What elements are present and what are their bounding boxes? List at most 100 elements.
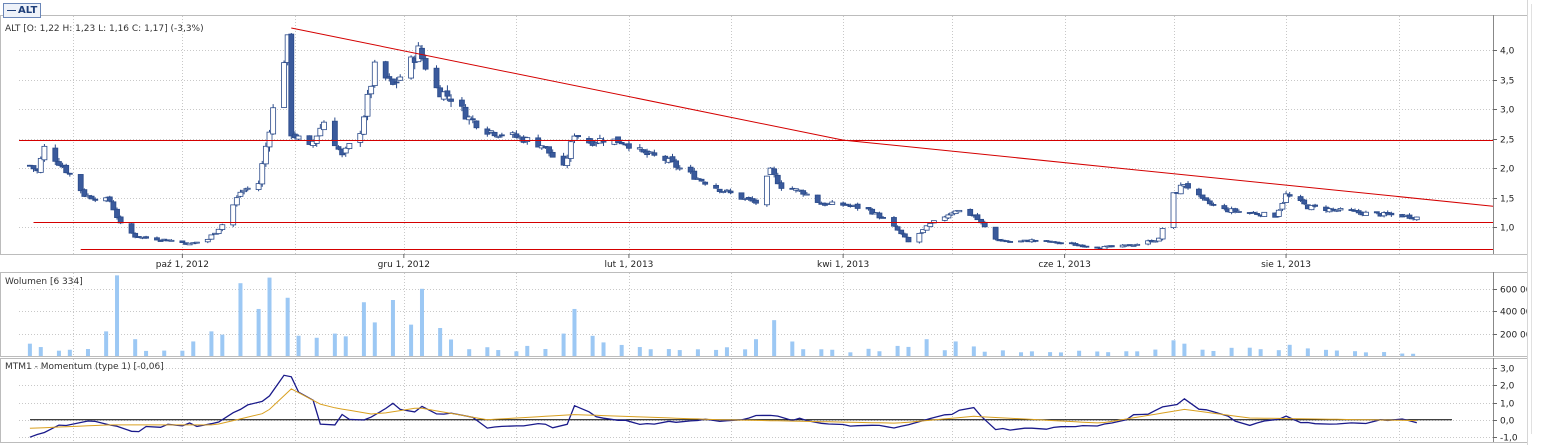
volume-bar xyxy=(332,333,337,356)
volume-bar xyxy=(449,339,454,356)
momentum-y-tick-label: -1,0 xyxy=(1500,434,1518,444)
candle-body xyxy=(208,234,215,240)
volume-bar xyxy=(819,349,824,356)
volume-bar xyxy=(56,350,61,356)
candle-body xyxy=(1312,204,1319,207)
momentum-y-tick-label: 1,0 xyxy=(1500,400,1515,410)
price-y-tick-label: 4,0 xyxy=(1500,47,1515,57)
volume-bar xyxy=(572,308,577,356)
candle-body xyxy=(901,233,908,238)
candle-body xyxy=(636,147,643,150)
candle-body xyxy=(974,214,981,221)
candle-body xyxy=(331,120,338,147)
volume-bar xyxy=(361,302,366,356)
candle-body xyxy=(63,164,70,174)
candle xyxy=(106,195,113,203)
x-tick-label: cze 1, 2013 xyxy=(1038,260,1090,270)
volume-bar xyxy=(115,275,120,356)
candle-body xyxy=(1279,202,1286,210)
candle-body xyxy=(1337,208,1344,211)
volume-bar xyxy=(1363,352,1368,356)
momentum-panel-title: MTM1 - Momentum (type 1) [-0,06] xyxy=(5,362,164,372)
candle-body xyxy=(30,165,37,170)
momentum-y-tick-label: 3,0 xyxy=(1500,365,1515,375)
candle-body xyxy=(281,62,287,108)
candle-body xyxy=(66,172,73,175)
volume-bar xyxy=(754,339,758,356)
volume-bar xyxy=(256,308,261,356)
candle xyxy=(371,59,378,88)
candle-body xyxy=(1032,239,1039,242)
vertical-scrollbar[interactable] xyxy=(1527,0,1544,445)
candle-body xyxy=(905,236,912,243)
volume-bar xyxy=(133,339,138,356)
volume-bar xyxy=(971,346,976,356)
candle-body xyxy=(673,160,680,168)
volume-bar xyxy=(1334,350,1339,356)
candle xyxy=(930,220,937,224)
volume-bar xyxy=(666,349,671,356)
candle-body xyxy=(956,209,963,213)
candle-body xyxy=(1007,241,1014,243)
candle-body xyxy=(157,240,164,242)
candle-body xyxy=(753,199,759,204)
volume-bar xyxy=(1182,343,1187,356)
candle xyxy=(41,144,48,162)
candle-body xyxy=(215,228,222,234)
panel-frame-price xyxy=(0,15,1528,255)
volume-bar xyxy=(895,345,900,356)
candle xyxy=(956,209,963,213)
candle-body xyxy=(880,217,886,219)
candle xyxy=(992,226,999,241)
candle-body xyxy=(193,241,200,244)
candle-body xyxy=(1058,242,1064,245)
candle-body xyxy=(778,182,785,189)
candle-body xyxy=(898,229,905,235)
candle xyxy=(763,175,770,207)
volume-bar xyxy=(942,350,947,356)
symbol-tag[interactable]: ALT xyxy=(3,3,42,18)
candle-body xyxy=(88,195,95,200)
candle-body xyxy=(549,151,556,158)
volume-bar xyxy=(743,349,748,356)
candle-body xyxy=(262,145,269,165)
candle-body xyxy=(894,226,901,231)
candle-body xyxy=(651,152,658,156)
candle-body xyxy=(495,135,502,138)
volume-bar xyxy=(1048,352,1053,356)
candle-body xyxy=(143,236,149,239)
candle-body xyxy=(1083,245,1090,248)
candle-body xyxy=(288,33,295,137)
candle-body xyxy=(433,67,440,89)
volume-bar xyxy=(1171,340,1176,356)
candle-body xyxy=(800,190,807,195)
candle-body xyxy=(255,183,262,190)
volume-bar xyxy=(1247,347,1252,356)
scrollbar-thumb[interactable] xyxy=(1531,4,1541,434)
candle-body xyxy=(128,223,135,234)
candle xyxy=(905,236,912,243)
volume-bar xyxy=(1411,353,1416,356)
volume-bar xyxy=(296,335,301,356)
volume-bar xyxy=(1077,350,1082,356)
volume-bar xyxy=(419,288,424,356)
candle xyxy=(1058,242,1064,245)
candle-body xyxy=(448,98,454,102)
candle-body xyxy=(945,214,952,219)
candle xyxy=(1108,245,1115,248)
candle xyxy=(128,223,135,234)
candle-body xyxy=(1254,212,1260,215)
candle-body xyxy=(1159,228,1166,240)
candle xyxy=(1261,211,1268,217)
volume-bar xyxy=(982,351,987,356)
volume-bar xyxy=(162,350,167,356)
candle xyxy=(110,200,117,211)
candle-body xyxy=(615,136,621,144)
volume-bar xyxy=(409,324,414,356)
chart-canvas[interactable]: paź 1, 2012 gru 1, 2012 lut 1, 2013 kwi 1, … xyxy=(0,0,1528,445)
volume-bar xyxy=(714,349,719,356)
volume-bar xyxy=(1200,349,1205,356)
volume-bar xyxy=(1029,351,1034,356)
volume-bar xyxy=(772,320,777,356)
candle-body xyxy=(1108,245,1115,248)
